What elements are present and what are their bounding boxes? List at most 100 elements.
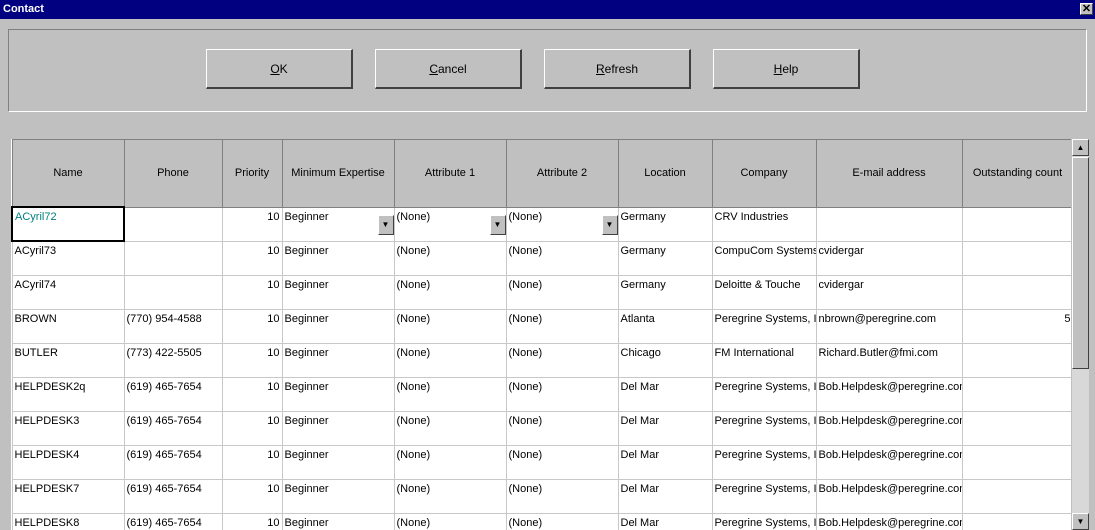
contact-grid[interactable]: Name Phone Priority Minimum Expertise At… (11, 139, 1071, 530)
table-cell[interactable]: cvidergar (815, 240, 963, 276)
table-cell[interactable]: (None) (393, 478, 507, 514)
table-cell[interactable]: Beginner (281, 512, 395, 530)
column-header[interactable]: E-mail address (815, 139, 963, 208)
table-cell[interactable]: Atlanta (617, 308, 713, 344)
table-cell[interactable] (123, 274, 223, 310)
table-cell[interactable]: (None) (393, 444, 507, 480)
table-cell[interactable]: Germany (617, 206, 713, 242)
table-cell[interactable]: HELPDESK2q (11, 376, 125, 412)
table-cell[interactable]: Bob.Helpdesk@peregrine.com (815, 512, 963, 530)
close-icon[interactable]: ✕ (1080, 3, 1093, 15)
table-cell[interactable]: 10 (221, 444, 283, 480)
scroll-down-icon[interactable]: ▼ (1072, 513, 1089, 530)
table-cell[interactable]: FM International (711, 342, 817, 378)
table-cell[interactable]: (None) ▼ (393, 206, 507, 242)
table-cell[interactable]: (None) (393, 308, 507, 344)
table-cell[interactable]: Beginner (281, 376, 395, 412)
table-cell[interactable]: ACyril73 (11, 240, 125, 276)
table-cell[interactable]: 10 (221, 240, 283, 276)
table-cell[interactable]: Peregrine Systems, In (711, 444, 817, 480)
table-cell[interactable]: (None) (505, 240, 619, 276)
table-cell[interactable] (123, 240, 223, 276)
ok-button[interactable]: OK (206, 49, 353, 89)
table-cell[interactable]: (None) (393, 274, 507, 310)
table-cell[interactable]: (None) (505, 410, 619, 446)
table-cell[interactable]: CompuCom Systems, (711, 240, 817, 276)
table-cell[interactable]: 10 (221, 376, 283, 412)
table-cell[interactable]: cvidergar (815, 274, 963, 310)
table-cell[interactable]: CRV Industries (711, 206, 817, 242)
dropdown-arrow-icon[interactable]: ▼ (377, 214, 393, 235)
table-cell[interactable]: Del Mar (617, 478, 713, 514)
table-cell[interactable] (123, 206, 223, 242)
table-cell[interactable] (961, 444, 1071, 480)
table-cell[interactable]: (619) 465-7654 (123, 376, 223, 412)
table-cell[interactable]: HELPDESK8 (11, 512, 125, 530)
table-cell[interactable]: (None) (505, 512, 619, 530)
table-cell[interactable]: Germany (617, 240, 713, 276)
table-row[interactable]: ACyril72 10 Beginner ▼ (None) ▼ (None) ▼ Germany… (11, 206, 1071, 242)
table-cell[interactable]: (770) 954-4588 (123, 308, 223, 344)
table-cell[interactable]: Beginner (281, 240, 395, 276)
column-header[interactable]: Priority (221, 139, 283, 208)
table-row[interactable]: ACyril74 10 Beginner (None) (None) Germany Del… (11, 274, 1071, 310)
table-cell[interactable]: Del Mar (617, 376, 713, 412)
table-row[interactable]: ACyril73 10 Beginner (None) (None) Germany Com… (11, 240, 1071, 276)
table-cell[interactable]: Bob.Helpdesk@peregrine.com (815, 376, 963, 412)
table-cell[interactable]: 5 (961, 308, 1071, 344)
table-cell[interactable]: Del Mar (617, 410, 713, 446)
table-cell[interactable]: Beginner (281, 342, 395, 378)
table-cell[interactable]: Beginner (281, 410, 395, 446)
cancel-button[interactable]: Cancel (375, 49, 522, 89)
table-cell[interactable]: Peregrine Systems, In (711, 376, 817, 412)
table-cell[interactable]: Bob.Helpdesk@peregrine.com (815, 478, 963, 514)
table-cell[interactable] (815, 206, 963, 242)
table-cell[interactable]: Beginner ▼ (281, 206, 395, 242)
scroll-up-icon[interactable]: ▲ (1072, 139, 1089, 156)
table-cell[interactable]: Peregrine Systems, In (711, 410, 817, 446)
scroll-thumb[interactable] (1072, 157, 1089, 369)
table-cell[interactable]: (None) (505, 444, 619, 480)
table-cell[interactable]: (None) (393, 512, 507, 530)
table-row[interactable]: HELPDESK8 (619) 465-7654 10 Beginner (None) (… (11, 512, 1071, 530)
table-cell[interactable]: (None) ▼ (505, 206, 619, 242)
table-cell[interactable]: (None) (393, 342, 507, 378)
table-cell[interactable]: (619) 465-7654 (123, 444, 223, 480)
dropdown-arrow-icon[interactable]: ▼ (601, 214, 617, 235)
table-cell[interactable] (961, 376, 1071, 412)
table-cell[interactable]: Beginner (281, 274, 395, 310)
column-header[interactable]: Location (617, 139, 713, 208)
table-cell[interactable]: Bob.Helpdesk@peregrine.com (815, 410, 963, 446)
table-cell[interactable]: 10 (221, 478, 283, 514)
table-row[interactable]: HELPDESK3 (619) 465-7654 10 Beginner (None) (… (11, 410, 1071, 446)
table-cell[interactable]: (None) (505, 342, 619, 378)
table-cell[interactable]: nbrown@peregrine.com (815, 308, 963, 344)
table-cell[interactable]: Richard.Butler@fmi.com (815, 342, 963, 378)
table-row[interactable]: HELPDESK4 (619) 465-7654 10 Beginner (None) (… (11, 444, 1071, 480)
table-cell[interactable]: 10 (221, 342, 283, 378)
table-cell[interactable]: BROWN (11, 308, 125, 344)
table-cell[interactable] (961, 512, 1071, 530)
table-cell[interactable] (961, 342, 1071, 378)
table-cell[interactable]: HELPDESK4 (11, 444, 125, 480)
table-cell[interactable]: Peregrine Systems, In (711, 478, 817, 514)
table-cell[interactable]: HELPDESK7 (11, 478, 125, 514)
table-row[interactable]: BUTLER (773) 422-5505 10 Beginner (None) (Non… (11, 342, 1071, 378)
table-cell[interactable]: Beginner (281, 478, 395, 514)
table-cell[interactable]: (None) (505, 274, 619, 310)
table-cell[interactable]: 10 (221, 512, 283, 530)
column-header[interactable]: Name (11, 139, 125, 208)
table-cell[interactable]: (None) (393, 376, 507, 412)
column-header[interactable]: Phone (123, 139, 223, 208)
table-row[interactable]: BROWN (770) 954-4588 10 Beginner (None) (None… (11, 308, 1071, 344)
refresh-button[interactable]: Refresh (544, 49, 691, 89)
table-cell[interactable]: 10 (221, 274, 283, 310)
table-cell[interactable] (961, 240, 1071, 276)
table-cell[interactable]: (773) 422-5505 (123, 342, 223, 378)
table-cell[interactable]: ACyril72 (11, 206, 125, 242)
help-button[interactable]: Help (713, 49, 860, 89)
table-cell[interactable]: Peregrine Systems, In (711, 308, 817, 344)
table-cell[interactable]: (None) (505, 376, 619, 412)
table-cell[interactable]: HELPDESK3 (11, 410, 125, 446)
column-header[interactable]: Company (711, 139, 817, 208)
